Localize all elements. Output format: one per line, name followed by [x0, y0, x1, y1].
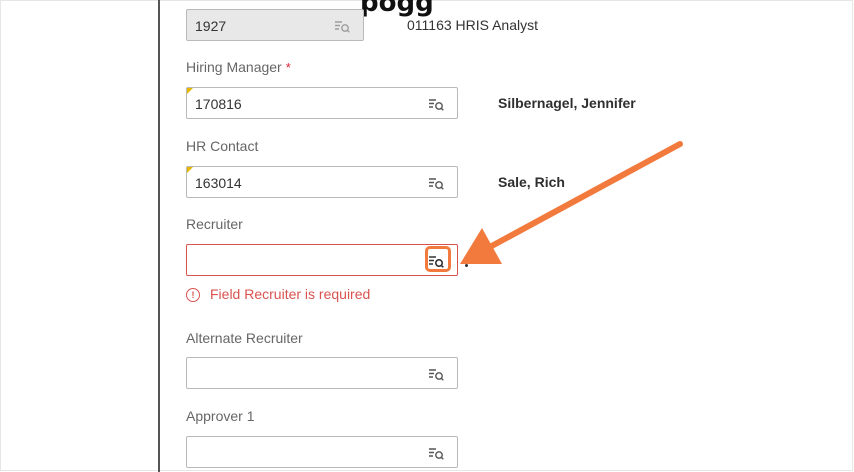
hiring-manager-value[interactable]: 170816: [195, 96, 242, 112]
alternate-recruiter-label: Alternate Recruiter: [186, 330, 303, 346]
alternate-recruiter-field[interactable]: [186, 357, 458, 389]
lookup-icon[interactable]: [427, 95, 445, 113]
lookup-icon[interactable]: [427, 444, 445, 462]
lookup-icon: [333, 17, 351, 35]
hr-contact-value[interactable]: 163014: [195, 175, 242, 191]
hr-contact-field[interactable]: 163014: [186, 166, 458, 198]
mandatory-marker: [187, 88, 193, 94]
required-star: *: [285, 60, 291, 75]
error-circle-icon: !: [186, 288, 200, 302]
hiring-manager-field[interactable]: 170816: [186, 87, 458, 119]
recruiter-error-text: Field Recruiter is required: [210, 286, 371, 302]
hr-contact-label: HR Contact: [186, 138, 259, 154]
hiring-manager-label-text: Hiring Manager: [186, 59, 282, 75]
recruiter-label: Recruiter: [186, 216, 243, 232]
hiring-manager-label: Hiring Manager *: [186, 59, 291, 75]
approver-1-label: Approver 1: [186, 408, 255, 424]
mandatory-marker: [187, 167, 193, 173]
lookup-icon[interactable]: [427, 365, 445, 383]
position-code: 1927: [195, 18, 227, 34]
hiring-manager-name: Silbernagel, Jennifer: [498, 95, 636, 111]
position-field: 1927: [186, 9, 364, 41]
recruiter-error-message: ! Field Recruiter is required: [186, 286, 370, 302]
approver-1-field[interactable]: [186, 436, 458, 468]
position-title: 011163 HRIS Analyst: [407, 17, 539, 33]
annotation-arrow: [460, 141, 683, 264]
recruiter-field[interactable]: [186, 244, 458, 276]
